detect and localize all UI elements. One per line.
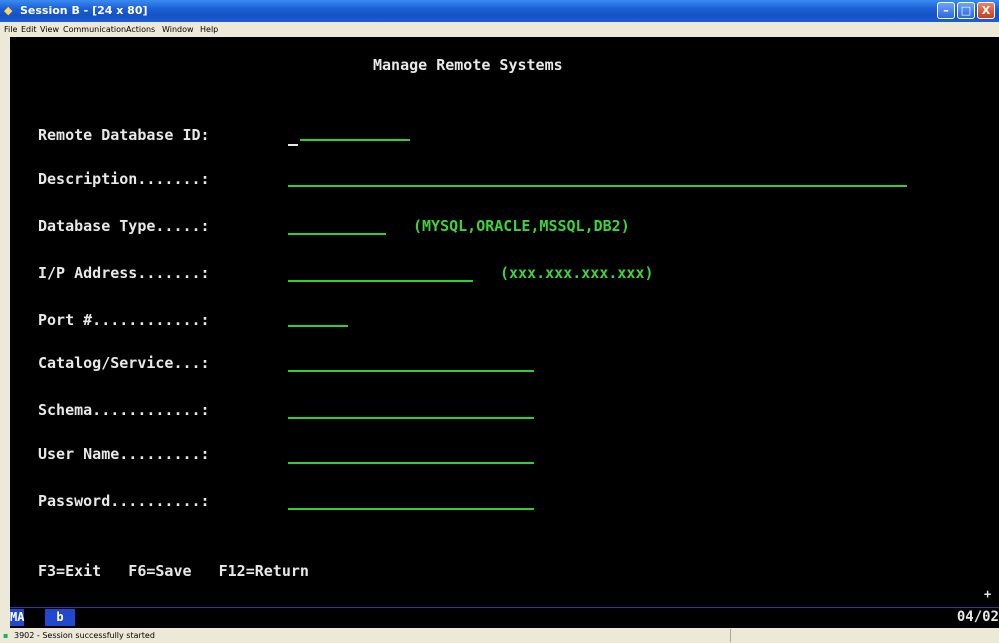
window-title: Session B - [24 x 80]: [20, 4, 148, 17]
remote-database-id-input[interactable]: [300, 139, 410, 141]
menu-help[interactable]: Help: [200, 25, 218, 34]
field-label-description: Description.......:: [38, 170, 210, 188]
menu-edit[interactable]: Edit: [21, 25, 37, 34]
menu-communication[interactable]: Communication: [63, 25, 126, 34]
operator-info-area: MA b 04/02: [10, 607, 999, 628]
port-input[interactable]: [288, 325, 348, 327]
user-name-input[interactable]: [288, 462, 534, 464]
description-input[interactable]: [288, 185, 907, 187]
catalog-service-input[interactable]: [288, 370, 534, 372]
field-label-port: Port #............:: [38, 311, 210, 329]
password-input[interactable]: [288, 508, 534, 510]
field-label-ip-address: I/P Address.......:: [38, 264, 210, 282]
terminal-session-icon: ◆: [4, 4, 13, 17]
function-keys: F3=Exit F6=Save F12=Return: [38, 562, 309, 580]
minimize-button[interactable]: –: [937, 2, 955, 19]
title-bar[interactable]: ◆ Session B - [24 x 80] – □ X: [0, 0, 999, 22]
close-button[interactable]: X: [977, 2, 995, 19]
field-label-remote-db-id: Remote Database ID:: [38, 126, 210, 144]
status-bar: ▪ 3902 - Session successfully started: [0, 628, 999, 643]
text-cursor: [288, 144, 298, 146]
field-label-catalog-service: Catalog/Service...:: [38, 354, 210, 372]
session-status-icon: ▪: [3, 631, 9, 640]
terminal-window: ◆ Session B - [24 x 80] – □ X File Edit …: [0, 0, 999, 643]
oia-mode-indicator: MA: [10, 609, 25, 626]
menu-bar: File Edit View Communication Actions Win…: [0, 22, 999, 37]
ip-address-input[interactable]: [288, 280, 473, 282]
database-type-input[interactable]: [288, 233, 386, 235]
menu-view[interactable]: View: [40, 25, 59, 34]
field-label-password: Password..........:: [38, 492, 210, 510]
menu-actions[interactable]: Actions: [126, 25, 155, 34]
oia-input-indicator: b: [45, 609, 75, 626]
cursor-marker: +: [984, 587, 992, 601]
field-label-schema: Schema............:: [38, 401, 210, 419]
maximize-button[interactable]: □: [957, 2, 975, 19]
screen-heading: Manage Remote Systems: [373, 56, 563, 74]
terminal-screen[interactable]: Manage Remote Systems Remote Database ID…: [10, 37, 999, 607]
oia-date: 04/02: [956, 609, 999, 625]
status-divider: [730, 629, 731, 642]
status-message: 3902 - Session successfully started: [14, 631, 155, 640]
menu-file[interactable]: File: [4, 25, 17, 34]
field-label-database-type: Database Type.....:: [38, 217, 210, 235]
schema-input[interactable]: [288, 417, 534, 419]
field-label-user-name: User Name.........:: [38, 445, 210, 463]
ip-address-hint: (xxx.xxx.xxx.xxx): [500, 264, 654, 282]
menu-window[interactable]: Window: [162, 25, 194, 34]
database-type-hint: (MYSQL,ORACLE,MSSQL,DB2): [413, 217, 630, 235]
